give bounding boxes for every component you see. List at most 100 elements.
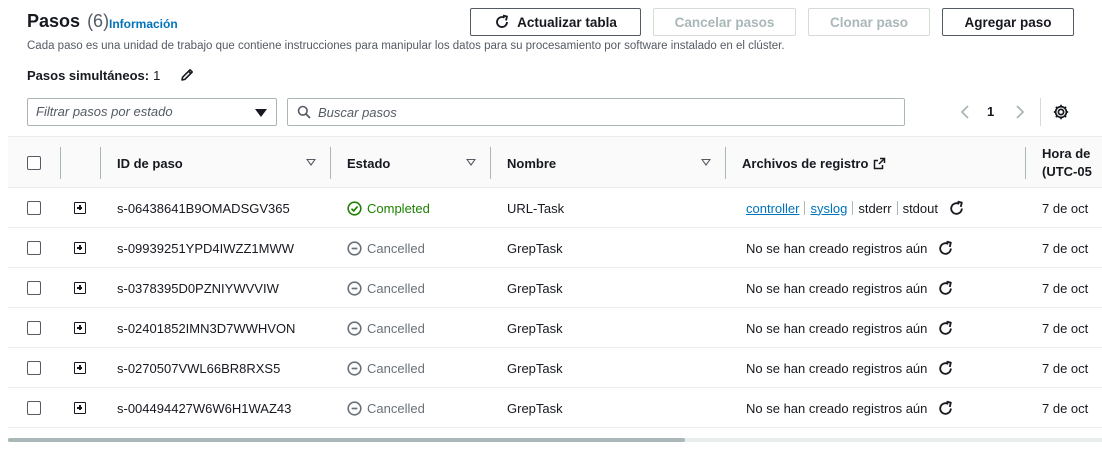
refresh-icon[interactable] <box>937 320 954 337</box>
log-separator <box>852 201 854 215</box>
log-separator <box>896 201 898 215</box>
step-state-label: Cancelled <box>367 400 425 416</box>
pencil-icon[interactable] <box>179 67 195 83</box>
table-row[interactable]: s-0378395D0PZNIYWVVIW Cancelled GrepTask No… <box>8 268 1102 308</box>
refresh-icon[interactable] <box>937 360 954 377</box>
log-stderr: stderr <box>858 200 892 216</box>
step-logs: No se han creado registros aún <box>746 348 954 388</box>
state-filter-select[interactable]: Filtrar pasos por estado <box>27 98 277 126</box>
scrollbar-thumb[interactable] <box>8 438 685 442</box>
step-id: s-06438641B9OMADSGV365 <box>117 200 290 216</box>
chevron-left-icon[interactable] <box>958 104 972 120</box>
toolbar-divider <box>1040 98 1041 126</box>
step-name: GrepTask <box>507 400 563 416</box>
info-link[interactable]: Información <box>109 17 178 31</box>
column-header-id[interactable]: ID de paso <box>117 137 183 189</box>
chevron-right-icon[interactable] <box>1013 104 1027 120</box>
column-header-time-line2: (UTC-05 <box>1042 164 1092 179</box>
clone-step-button[interactable]: Clonar paso <box>808 8 930 36</box>
column-header-time-line1: Hora de <box>1042 146 1091 161</box>
expand-icon[interactable] <box>74 322 86 334</box>
concurrent-steps: Pasos simultáneos: 1 <box>27 68 160 83</box>
add-step-button[interactable]: Agregar paso <box>942 8 1074 36</box>
column-separator <box>725 147 726 179</box>
step-time: 7 de oct <box>1042 360 1089 376</box>
concurrent-steps-value: 1 <box>153 68 161 83</box>
table-row[interactable]: s-09939251YPD4IWZZ1MWW Cancelled GrepTask N… <box>8 228 1102 268</box>
column-header-name[interactable]: Nombre <box>507 137 556 189</box>
external-link-icon[interactable] <box>873 157 886 170</box>
step-id: s-0270507VWL66BR8RXS5 <box>117 360 281 376</box>
refresh-icon[interactable] <box>937 400 954 417</box>
column-separator <box>490 147 491 179</box>
row-checkbox[interactable] <box>27 361 41 375</box>
expand-icon[interactable] <box>74 242 86 254</box>
log-separator <box>804 201 806 215</box>
search-box[interactable] <box>287 98 905 126</box>
refresh-table-button[interactable]: Actualizar tabla <box>470 8 641 36</box>
minus-circle-icon <box>347 400 362 416</box>
step-name: GrepTask <box>507 240 563 256</box>
expand-icon[interactable] <box>74 282 86 294</box>
expand-icon[interactable] <box>74 362 86 374</box>
check-circle-icon <box>347 200 362 216</box>
row-checkbox[interactable] <box>27 201 41 215</box>
step-logs: No se han creado registros aún <box>746 228 954 268</box>
column-separator <box>60 147 61 179</box>
refresh-icon[interactable] <box>948 200 965 217</box>
sort-caret-icon[interactable] <box>701 159 711 166</box>
sort-caret-icon[interactable] <box>466 159 476 166</box>
minus-circle-icon <box>347 280 362 296</box>
minus-circle-icon <box>347 240 362 256</box>
refresh-icon[interactable] <box>937 240 954 257</box>
refresh-icon[interactable] <box>937 280 954 297</box>
current-page[interactable]: 1 <box>987 104 994 119</box>
step-logs: No se han creado registros aún <box>746 388 954 428</box>
expand-icon[interactable] <box>74 402 86 414</box>
step-state: Completed <box>347 188 430 228</box>
step-id: s-004494427W6W6H1WAZ43 <box>117 400 292 416</box>
step-logs: controller syslog stderr stdout <box>746 188 965 228</box>
concurrent-steps-label: Pasos simultáneos: <box>27 68 150 83</box>
column-header-name-label: Nombre <box>507 155 557 171</box>
table-row[interactable]: s-004494427W6W6H1WAZ43 Cancelled GrepTask N… <box>8 388 1102 428</box>
log-stdout: stdout <box>902 200 938 216</box>
column-header-state[interactable]: Estado <box>347 137 390 189</box>
step-state: Cancelled <box>347 388 425 428</box>
column-header-time[interactable]: Hora de (UTC-05 <box>1042 137 1102 189</box>
no-logs-text: No se han creado registros aún <box>746 320 928 336</box>
row-checkbox[interactable] <box>27 321 41 335</box>
cancel-steps-label: Cancelar pasos <box>674 14 775 30</box>
log-link-syslog[interactable]: syslog <box>810 201 847 216</box>
step-state-label: Cancelled <box>367 280 425 296</box>
log-link-controller[interactable]: controller <box>746 201 799 216</box>
step-state-label: Completed <box>367 200 430 216</box>
row-checkbox[interactable] <box>27 401 41 415</box>
row-checkbox[interactable] <box>27 281 41 295</box>
step-name: URL-Task <box>507 200 565 216</box>
horizontal-scrollbar[interactable] <box>8 438 1102 442</box>
step-time: 7 de oct <box>1042 400 1089 416</box>
no-logs-text: No se han creado registros aún <box>746 360 928 376</box>
sort-caret-icon[interactable] <box>306 159 316 166</box>
gear-icon[interactable] <box>1052 103 1070 121</box>
steps-table: ID de paso Estado Nombre Archivos de reg… <box>8 136 1102 436</box>
add-step-label: Agregar paso <box>964 14 1052 30</box>
table-row[interactable]: s-06438641B9OMADSGV365 Completed URL-Task c… <box>8 188 1102 228</box>
table-header: ID de paso Estado Nombre Archivos de reg… <box>8 136 1102 188</box>
step-name: GrepTask <box>507 360 563 376</box>
table-row[interactable]: s-0270507VWL66BR8RXS5 Cancelled GrepTask No… <box>8 348 1102 388</box>
step-logs: No se han creado registros aún <box>746 268 954 308</box>
column-header-logs-label: Archivos de registro <box>742 155 869 171</box>
step-time: 7 de oct <box>1042 200 1089 216</box>
select-all-header <box>8 137 60 189</box>
select-all-checkbox[interactable] <box>27 156 41 170</box>
table-row[interactable]: s-02401852IMN3D7WWHVON Cancelled GrepTask N… <box>8 308 1102 348</box>
search-input[interactable] <box>318 101 878 123</box>
row-checkbox[interactable] <box>27 241 41 255</box>
expand-icon[interactable] <box>74 202 86 214</box>
steps-description: Cada paso es una unidad de trabajo que c… <box>27 40 785 52</box>
caret-down-icon <box>255 109 267 117</box>
cancel-steps-button[interactable]: Cancelar pasos <box>653 8 796 36</box>
steps-header: Pasos (6) Información Cada paso es una u… <box>0 0 1102 136</box>
